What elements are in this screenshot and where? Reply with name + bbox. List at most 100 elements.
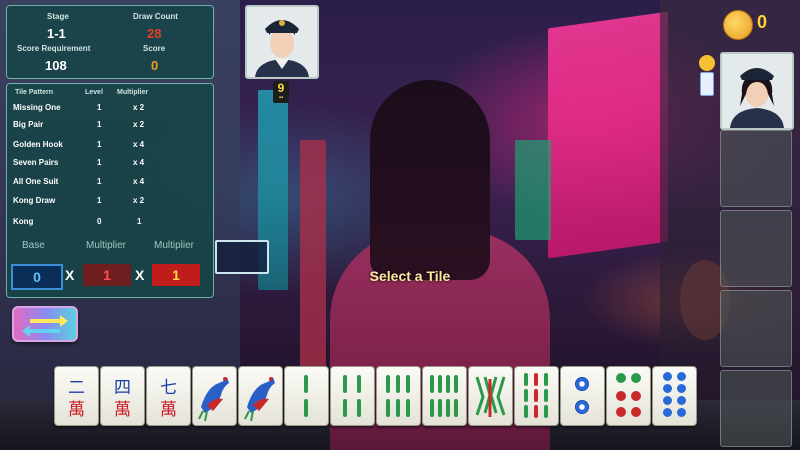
discard-slot [720, 370, 792, 447]
dot-circle [631, 373, 641, 383]
bamboo-stick [386, 399, 390, 417]
tile-bamboo-1-bird[interactable] [192, 366, 237, 426]
dot-circle [575, 377, 589, 391]
bamboo-stick [446, 399, 450, 417]
tile-bamboo-6[interactable] [376, 366, 421, 426]
pattern-row: Kong 0 1 [13, 217, 203, 237]
tile-suit: 萬 [114, 400, 131, 420]
stats-panel: Stage 1-1 Draw Count 28 Score Requiremen… [6, 5, 214, 79]
tile-character-7[interactable]: 七 萬 [146, 366, 191, 426]
tile-bamboo-8[interactable] [422, 366, 467, 426]
pattern-mult: x 4 [133, 177, 145, 186]
neon-sign-green [515, 140, 551, 240]
bamboo-stick [438, 375, 442, 393]
bamboo-stick [343, 399, 347, 417]
multiplier-label-2: Multiplier [154, 240, 195, 251]
opponent-tile-count-value: 9 [277, 81, 285, 95]
tile-character-4[interactable]: 四 萬 [100, 366, 145, 426]
opponent-tile-count: 9 ▪▪ [273, 81, 289, 103]
character-hair [370, 80, 490, 280]
tile-count-dots-icon: ▪▪ [278, 95, 284, 101]
pattern-name: Kong [13, 217, 34, 226]
swap-button[interactable] [12, 306, 78, 342]
pattern-level: 1 [97, 120, 102, 129]
dot-circle [677, 372, 686, 381]
bamboo-stick [544, 373, 548, 386]
discard-slot [720, 210, 792, 287]
bamboo-stick [304, 399, 308, 417]
bamboo-stick [396, 375, 400, 393]
bamboo-stick [524, 405, 528, 418]
base-value-box: 0 [11, 264, 63, 290]
coin-count: 0 [757, 12, 768, 32]
dot-circle [616, 373, 626, 383]
multiplier-label-1: Multiplier [86, 240, 127, 251]
swap-arrows-icon [22, 315, 68, 337]
pattern-row: Golden Hook 1 x 4 [13, 140, 203, 160]
multiplier-value-box-2: 1 [152, 264, 200, 286]
select-tile-prompt: Select a Tile [369, 268, 451, 284]
bamboo-stick [343, 375, 347, 393]
dot-circle [677, 408, 686, 417]
multiply-sign-1: X [65, 267, 75, 283]
bamboo-stick [534, 405, 538, 418]
dot-circle [663, 384, 672, 393]
tile-character-2[interactable]: 二 萬 [54, 366, 99, 426]
dot-circle [616, 407, 626, 417]
dot-circle [616, 391, 626, 401]
draw-count-label: Draw Count [133, 12, 178, 21]
pattern-row: Seven Pairs 1 x 4 [13, 158, 203, 178]
tile-dots-8[interactable] [652, 366, 697, 426]
tile-bamboo-9[interactable] [514, 366, 559, 426]
pattern-row: All One Suit 1 x 4 [13, 177, 203, 197]
bamboo-stick [524, 389, 528, 402]
bamboo-stick [304, 375, 308, 393]
dot-circle [663, 372, 672, 381]
bamboo-stick [357, 375, 361, 393]
bamboo-stick [430, 399, 434, 417]
pattern-mult: x 4 [133, 140, 145, 149]
pattern-name: Golden Hook [13, 140, 63, 149]
bamboo-stick [357, 399, 361, 417]
bamboo-stick [386, 375, 390, 393]
pattern-level: 1 [97, 103, 102, 112]
bamboo-stick [438, 399, 442, 417]
pattern-level: 0 [97, 217, 102, 226]
pattern-level: 1 [97, 196, 102, 205]
bamboo-stick [524, 373, 528, 386]
dot-circle [631, 407, 641, 417]
pattern-mult: x 2 [133, 103, 145, 112]
discard-slot [720, 290, 792, 367]
tile-bamboo-4[interactable] [330, 366, 375, 426]
tile-dots-2[interactable] [560, 366, 605, 426]
bamboo-9-pattern-icon [475, 376, 506, 417]
pattern-name: All One Suit [13, 177, 59, 186]
pattern-level: 1 [97, 158, 102, 167]
pattern-mult: x 4 [133, 158, 145, 167]
neon-sign-red [300, 140, 326, 370]
tile-bamboo-2[interactable] [284, 366, 329, 426]
header-pattern: Tile Pattern [15, 89, 53, 96]
officer-avatar-icon [247, 7, 317, 77]
neon-sign-pink [548, 11, 668, 259]
multiplier-value-box-1: 1 [83, 264, 131, 286]
pattern-level: 1 [97, 140, 102, 149]
bamboo-stick [454, 375, 458, 393]
tile-bamboo-1-bird[interactable] [238, 366, 283, 426]
opponent-portrait-policewoman[interactable] [720, 52, 794, 130]
score-value: 0 [151, 58, 159, 73]
pattern-mult: x 2 [133, 120, 145, 129]
bamboo-stick [396, 399, 400, 417]
base-label: Base [22, 240, 45, 251]
multiply-sign-2: X [135, 267, 145, 283]
bird-icon [198, 377, 229, 422]
bamboo-stick [406, 375, 410, 393]
tile-bamboo-9[interactable] [468, 366, 513, 426]
opponent-portrait-officer[interactable] [245, 5, 319, 79]
tile-dots-6[interactable] [606, 366, 651, 426]
bamboo-stick [446, 375, 450, 393]
pattern-level: 1 [97, 177, 102, 186]
score-requirement-label: Score Requirement [17, 44, 91, 53]
emoji-indicator-icon [699, 55, 715, 71]
dot-circle [631, 391, 641, 401]
